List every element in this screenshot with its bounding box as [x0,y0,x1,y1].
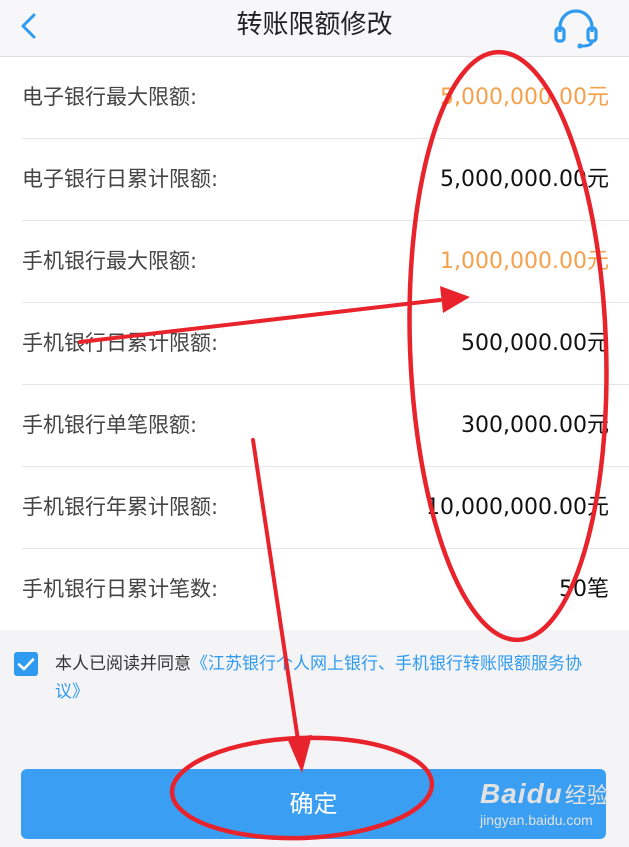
limit-value: 5,000,000.00元 [440,167,609,192]
limit-row-mobile-max: 手机银行最大限额: 1,000,000.00元 [22,221,629,303]
limit-value: 5,000,000.00元 [440,85,609,110]
limit-value: 300,000.00元 [461,413,609,438]
limit-label: 手机银行单笔限额: [22,413,198,437]
limit-label: 电子银行最大限额: [22,85,198,109]
limit-label: 手机银行年累计限额: [22,495,219,519]
limit-label: 手机银行日累计笔数: [22,577,219,601]
annotation-arrowhead-down [287,735,312,773]
limit-value: 50笔 [559,577,609,602]
agreement-section: 本人已阅读并同意《江苏银行个人网上银行、手机银行转账限额服务协议》 [0,628,629,710]
limit-row-mobile-yearly[interactable]: 手机银行年累计限额: 10,000,000.00元 [22,467,629,549]
agreement-checkbox[interactable] [14,652,38,676]
transfer-limit-list: 电子银行最大限额: 5,000,000.00元 电子银行日累计限额: 5,000… [0,57,629,630]
page-title: 转账限额修改 [236,10,393,40]
limit-row-mobile-daily[interactable]: 手机银行日累计限额: 500,000.00元 [22,303,629,385]
agreement-text: 本人已阅读并同意《江苏银行个人网上银行、手机银行转账限额服务协议》 [55,650,600,706]
limit-row-mobile-daily-count[interactable]: 手机银行日累计笔数: 50笔 [22,549,629,630]
agreement-statement: 本人已阅读并同意 [55,654,191,674]
limit-row-ebank-max: 电子银行最大限额: 5,000,000.00元 [22,57,629,139]
limit-row-ebank-daily: 电子银行日累计限额: 5,000,000.00元 [22,139,629,221]
customer-service-headset-icon[interactable] [552,6,600,50]
top-bar: 转账限额修改 [0,0,629,57]
limit-label: 手机银行日累计限额: [22,331,219,355]
checkmark-icon [17,658,35,671]
limit-row-mobile-single[interactable]: 手机银行单笔限额: 300,000.00元 [22,385,629,467]
limit-label: 电子银行日累计限额: [22,167,219,191]
limit-value: 10,000,000.00元 [426,495,609,520]
limit-value: 1,000,000.00元 [440,249,609,274]
confirm-button[interactable]: 确定 [21,769,606,839]
limit-value: 500,000.00元 [461,331,609,356]
limit-label: 手机银行最大限额: [22,249,198,273]
